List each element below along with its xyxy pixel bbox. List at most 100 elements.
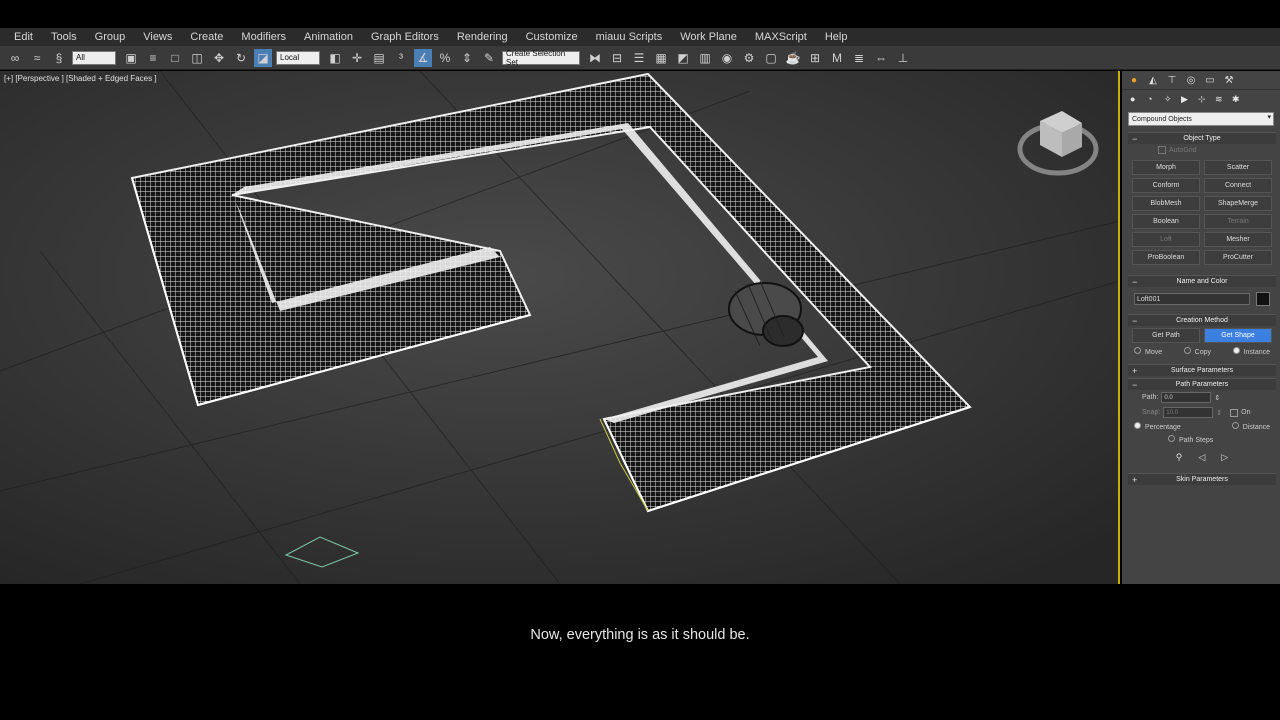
reference-coordinate-dropdown[interactable]: Local	[276, 50, 320, 65]
skin-parameters-header[interactable]: + Skin Parameters	[1128, 473, 1276, 485]
curve-editor-icon[interactable]: ◩	[674, 49, 692, 67]
category-dropdown[interactable]: Compound Objects ▾	[1128, 112, 1274, 126]
mesher-button[interactable]: Mesher	[1204, 232, 1272, 247]
snap-on-checkbox[interactable]	[1230, 408, 1239, 417]
menu-maxscript[interactable]: MAXScript	[755, 31, 807, 43]
viewport-scene[interactable]	[0, 71, 1120, 584]
maxscript-icon[interactable]: M	[828, 49, 846, 67]
material-editor-icon[interactable]: ◉	[718, 49, 736, 67]
name-color-header[interactable]: − Name and Color	[1128, 275, 1276, 287]
menu-edit[interactable]: Edit	[14, 31, 33, 43]
path-spinner[interactable]: 0.0	[1161, 392, 1212, 403]
blobmesh-button[interactable]: BlobMesh	[1132, 196, 1200, 211]
rotate-icon[interactable]: ↻	[232, 49, 250, 67]
menu-tools[interactable]: Tools	[51, 31, 77, 43]
menu-miauu-scripts[interactable]: miauu Scripts	[596, 31, 663, 43]
creation-method-header[interactable]: − Creation Method	[1128, 314, 1276, 326]
menu-animation[interactable]: Animation	[304, 31, 353, 43]
snap-spinner[interactable]: 10.0	[1163, 407, 1214, 418]
helpers-icon[interactable]: ⊹	[1198, 94, 1212, 105]
window-crossing-icon[interactable]: ◫	[188, 49, 206, 67]
morph-button[interactable]: Morph	[1132, 160, 1200, 175]
menu-rendering[interactable]: Rendering	[457, 31, 508, 43]
motion-tab-icon[interactable]: ◎	[1183, 73, 1199, 87]
rendered-frame-icon[interactable]: ▢	[762, 49, 780, 67]
modify-tab-icon[interactable]: ◭	[1145, 73, 1161, 87]
selection-filter-dropdown[interactable]: All	[72, 50, 116, 65]
render-icon[interactable]: ☕	[784, 49, 802, 67]
select-object-icon[interactable]: ▣	[122, 49, 140, 67]
pivot-center-icon[interactable]: ◧	[326, 49, 344, 67]
align-icon[interactable]: ⊟	[608, 49, 626, 67]
menu-modifiers[interactable]: Modifiers	[241, 31, 286, 43]
layer-manager-icon[interactable]: ☰	[630, 49, 648, 67]
percentage-radio[interactable]: Percentage	[1134, 422, 1181, 431]
create-tab-icon[interactable]: ●	[1126, 73, 1142, 87]
hierarchy-tab-icon[interactable]: ⊤	[1164, 73, 1180, 87]
menu-help[interactable]: Help	[825, 31, 848, 43]
next-shape-icon[interactable]: ▷	[1221, 452, 1228, 463]
percent-snap-icon[interactable]: %	[436, 49, 454, 67]
shapemerge-button[interactable]: ShapeMerge	[1204, 196, 1272, 211]
graphite-ribbon-icon[interactable]: ▦	[652, 49, 670, 67]
move-radio[interactable]: Move	[1134, 347, 1162, 356]
conform-button[interactable]: Conform	[1132, 178, 1200, 193]
schematic-view-icon[interactable]: ▥	[696, 49, 714, 67]
spacewarps-icon[interactable]: ≋	[1215, 94, 1229, 105]
spinner-snap-icon[interactable]: ⇕	[458, 49, 476, 67]
rectangular-selection-icon[interactable]: □	[166, 49, 184, 67]
angle-snap-icon[interactable]: ∡	[414, 48, 432, 67]
keyboard-shortcut-icon[interactable]: ▤	[370, 49, 388, 67]
edit-named-selection-icon[interactable]: ✎	[480, 49, 498, 67]
menu-graph-editors[interactable]: Graph Editors	[371, 31, 439, 43]
shapes-icon[interactable]: ◔	[1147, 94, 1161, 104]
scale-icon[interactable]: ◪	[254, 48, 272, 67]
list-icon[interactable]: ≣	[850, 49, 868, 67]
get-shape-button[interactable]: Get Shape	[1204, 328, 1272, 343]
hierarchy-script-icon[interactable]: ⊞	[806, 49, 824, 67]
move-icon[interactable]: ✥	[210, 49, 228, 67]
unlink-icon[interactable]: ≈	[28, 49, 46, 67]
snaps-toggle-icon[interactable]: ³	[392, 49, 410, 67]
menu-views[interactable]: Views	[143, 31, 172, 43]
pick-shape-icon[interactable]: ⚲	[1176, 452, 1183, 463]
path-steps-radio[interactable]: Path Steps	[1168, 435, 1213, 444]
spinner-arrows-icon[interactable]: ⇕	[1214, 394, 1220, 402]
proboolean-button[interactable]: ProBoolean	[1132, 250, 1200, 265]
object-color-swatch[interactable]	[1256, 292, 1270, 306]
named-selection-dropdown[interactable]: Create Selection Set	[502, 49, 580, 67]
surface-parameters-header[interactable]: + Surface Parameters	[1128, 364, 1276, 376]
viewport-label[interactable]: [+] [Perspective ] [Shaded + Edged Faces…	[4, 74, 157, 83]
autogrid-checkbox[interactable]: AutoGrid	[1128, 144, 1276, 156]
menu-group[interactable]: Group	[95, 31, 126, 43]
systems-icon[interactable]: ✱	[1232, 94, 1246, 105]
display-tab-icon[interactable]: ▭	[1202, 73, 1218, 87]
pin-icon[interactable]: ⊥	[894, 49, 912, 67]
loft-button[interactable]: Loft	[1132, 232, 1200, 247]
utilities-tab-icon[interactable]: ⚒	[1221, 73, 1237, 87]
menu-customize[interactable]: Customize	[526, 31, 578, 43]
object-type-header[interactable]: − Object Type	[1128, 132, 1276, 144]
procutter-button[interactable]: ProCutter	[1204, 250, 1272, 265]
render-setup-icon[interactable]: ⚙	[740, 49, 758, 67]
distance-radio[interactable]: Distance	[1231, 422, 1270, 431]
bind-space-warp-icon[interactable]: §	[50, 49, 68, 67]
previous-shape-icon[interactable]: ◁	[1198, 452, 1205, 463]
spinner-arrows-icon[interactable]: ⇕	[1216, 409, 1222, 417]
select-by-name-icon[interactable]: ≡	[144, 49, 162, 67]
tool-icon[interactable]: ⇔	[872, 49, 890, 67]
instance-radio[interactable]: Instance	[1232, 347, 1270, 356]
object-name-field[interactable]: Loft001	[1134, 293, 1250, 305]
lights-icon[interactable]: ✧	[1164, 94, 1178, 105]
connect-button[interactable]: Connect	[1204, 178, 1272, 193]
path-parameters-header[interactable]: − Path Parameters	[1128, 378, 1276, 390]
terrain-button[interactable]: Terrain	[1204, 214, 1272, 229]
scatter-button[interactable]: Scatter	[1204, 160, 1272, 175]
get-path-button[interactable]: Get Path	[1132, 328, 1200, 343]
menu-create[interactable]: Create	[190, 31, 223, 43]
manipulate-icon[interactable]: ✛	[348, 49, 366, 67]
geometry-icon[interactable]: ●	[1130, 94, 1144, 104]
mirror-icon[interactable]: ⧓	[586, 49, 604, 67]
menu-work-plane[interactable]: Work Plane	[680, 31, 737, 43]
link-icon[interactable]: ∞	[6, 49, 24, 67]
